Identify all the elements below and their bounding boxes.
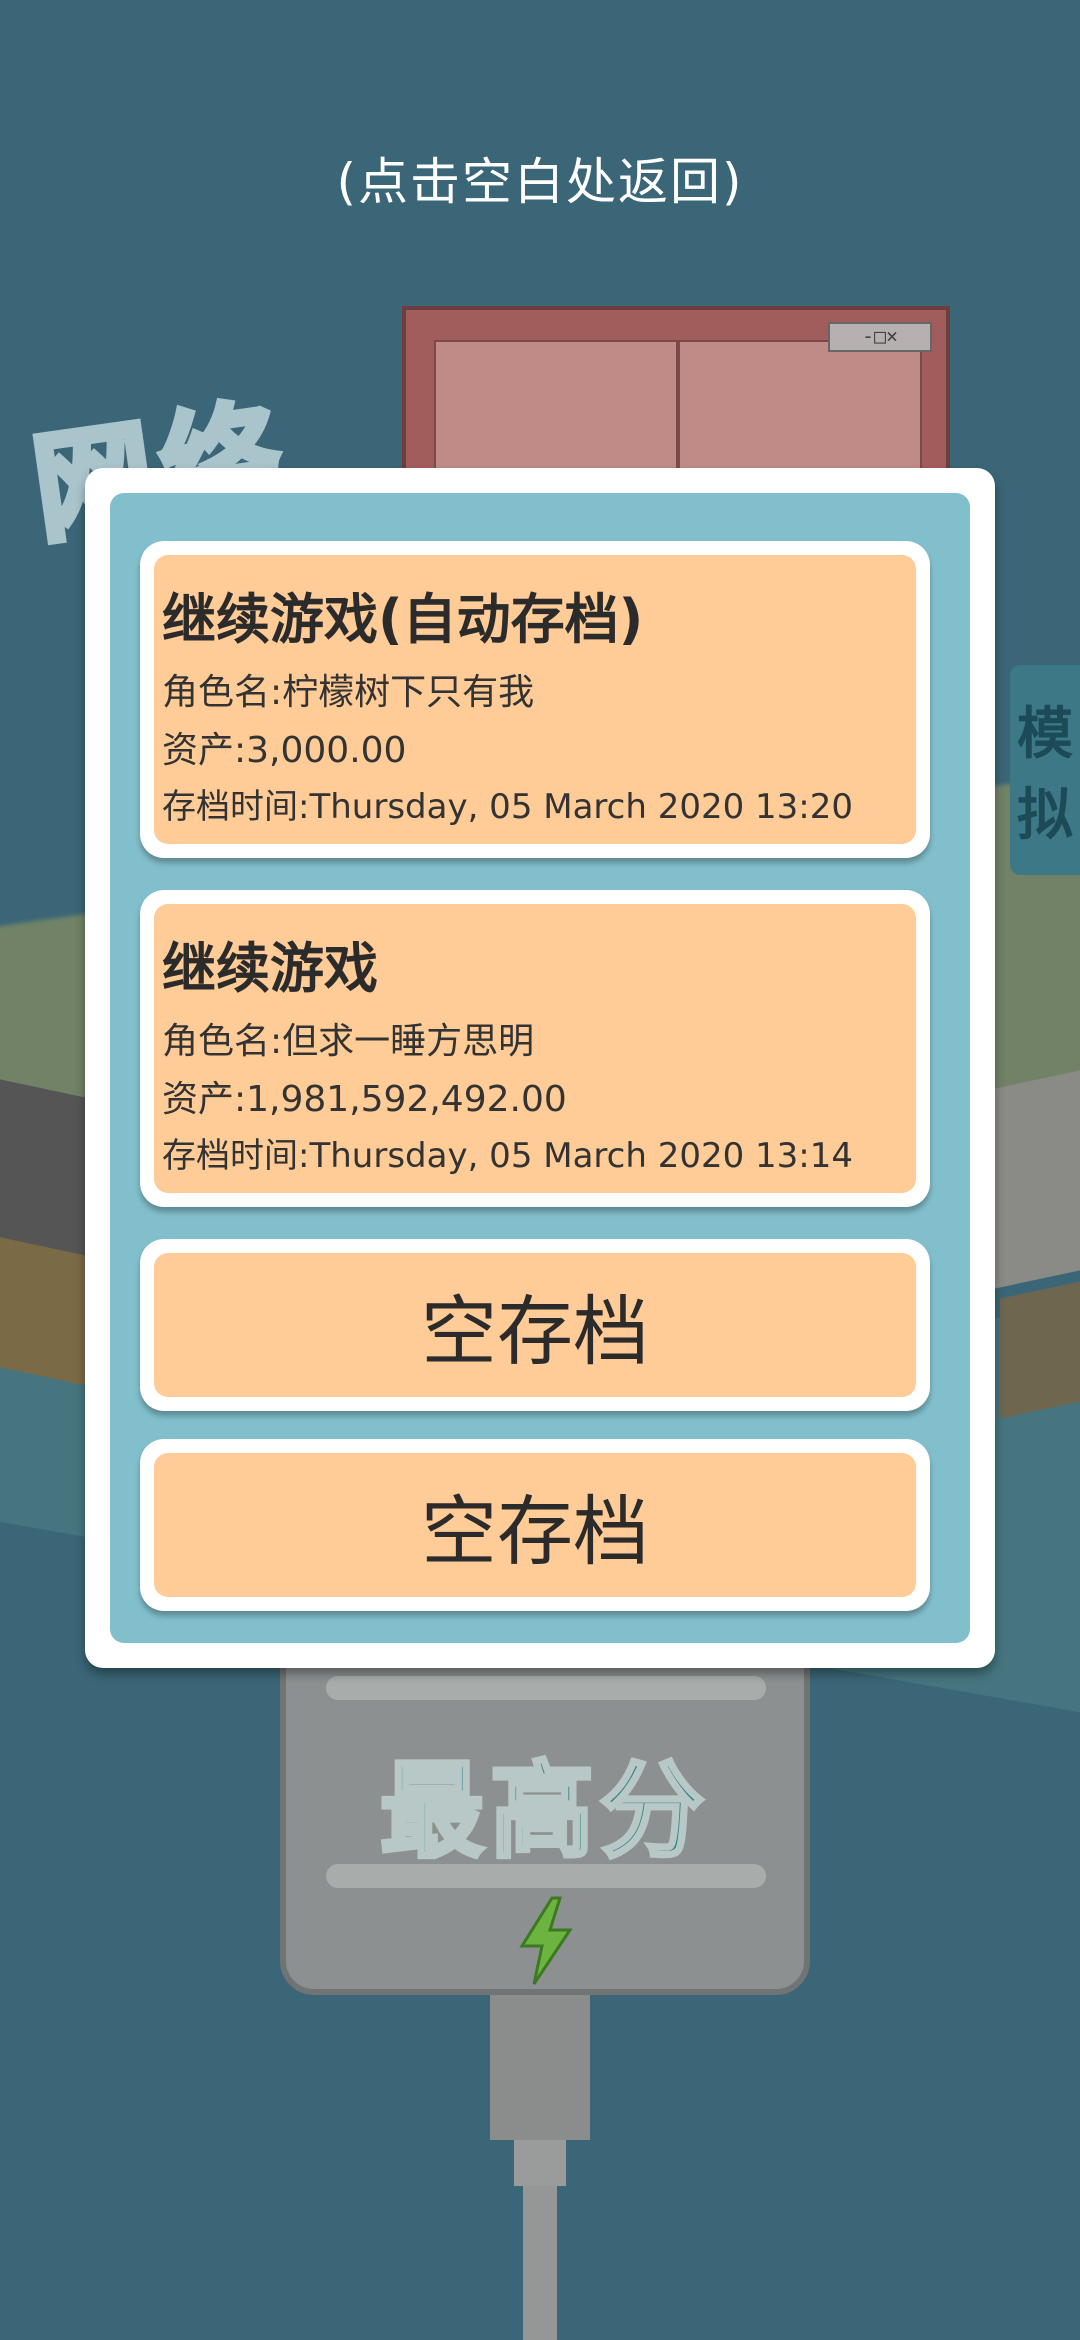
empty-save-slot-3[interactable]: 空存档	[140, 1239, 930, 1411]
window-pane	[678, 340, 922, 474]
highscore-charger: 最高分	[280, 1640, 810, 1995]
furniture-block	[1000, 1281, 1080, 1419]
time-label: 存档时间:	[162, 1136, 310, 1176]
assets-line: 资产:3,000.00	[162, 721, 406, 773]
side-card: 模 拟	[1010, 665, 1080, 875]
role-name-line: 角色名:柠檬树下只有我	[162, 663, 534, 715]
empty-save-slot-4[interactable]: 空存档	[140, 1439, 930, 1611]
assets-value: 3,000.00	[246, 730, 407, 771]
cable-plug	[490, 1995, 590, 2140]
lightning-bolt-icon	[519, 1896, 573, 1985]
empty-slot-label: 空存档	[421, 1287, 649, 1376]
assets-label: 资产:	[162, 730, 247, 771]
slot-face: 空存档	[154, 1253, 916, 1397]
slot-face: 继续游戏 角色名:但求一睡方思明 资产:1,981,592,492.00 存档时…	[154, 904, 916, 1193]
save-slot-dialog: 继续游戏(自动存档) 角色名:柠檬树下只有我 资产:3,000.00 存档时间:…	[85, 468, 995, 1668]
role-label: 角色名:	[162, 1021, 283, 1062]
time-label: 存档时间:	[162, 787, 310, 827]
window-pane	[434, 340, 678, 474]
highscore-label: 最高分	[378, 1748, 710, 1874]
assets-value: 1,981,592,492.00	[246, 1079, 567, 1120]
time-value: Thursday, 05 March 2020 13:20	[309, 787, 854, 827]
slot-face: 空存档	[154, 1453, 916, 1597]
side-card-char: 模	[1017, 702, 1073, 767]
slot-face: 继续游戏(自动存档) 角色名:柠檬树下只有我 资产:3,000.00 存档时间:…	[154, 555, 916, 844]
tap-blank-to-return-hint: (点击空白处返回)	[336, 153, 744, 211]
save-slot-2[interactable]: 继续游戏 角色名:但求一睡方思明 资产:1,981,592,492.00 存档时…	[140, 890, 930, 1207]
save-time-line: 存档时间:Thursday, 05 March 2020 13:14	[162, 1128, 853, 1177]
cable-neck	[514, 2140, 566, 2186]
role-name: 柠檬树下只有我	[282, 672, 535, 713]
role-name: 但求一睡方思明	[282, 1021, 535, 1062]
empty-slot-label: 空存档	[421, 1487, 649, 1576]
furniture-block	[990, 1070, 1080, 1290]
role-name-line: 角色名:但求一睡方思明	[162, 1012, 534, 1064]
slot-title: 继续游戏	[162, 937, 378, 1000]
save-slot-autosave[interactable]: 继续游戏(自动存档) 角色名:柠檬树下只有我 资产:3,000.00 存档时间:…	[140, 541, 930, 858]
save-time-line: 存档时间:Thursday, 05 March 2020 13:20	[162, 779, 853, 828]
slot-title: 继续游戏(自动存档)	[162, 588, 644, 651]
cable	[523, 2186, 557, 2340]
assets-line: 资产:1,981,592,492.00	[162, 1070, 567, 1122]
assets-label: 资产:	[162, 1079, 247, 1120]
side-card-char: 拟	[1017, 783, 1073, 848]
dialog-frame: 继续游戏(自动存档) 角色名:柠檬树下只有我 资产:3,000.00 存档时间:…	[110, 493, 970, 1643]
window-controls: -□×	[828, 322, 932, 352]
background-window: -□×	[402, 306, 950, 476]
role-label: 角色名:	[162, 672, 283, 713]
time-value: Thursday, 05 March 2020 13:14	[309, 1136, 854, 1176]
charger-bar	[326, 1676, 766, 1700]
charger-bar	[326, 1864, 766, 1888]
